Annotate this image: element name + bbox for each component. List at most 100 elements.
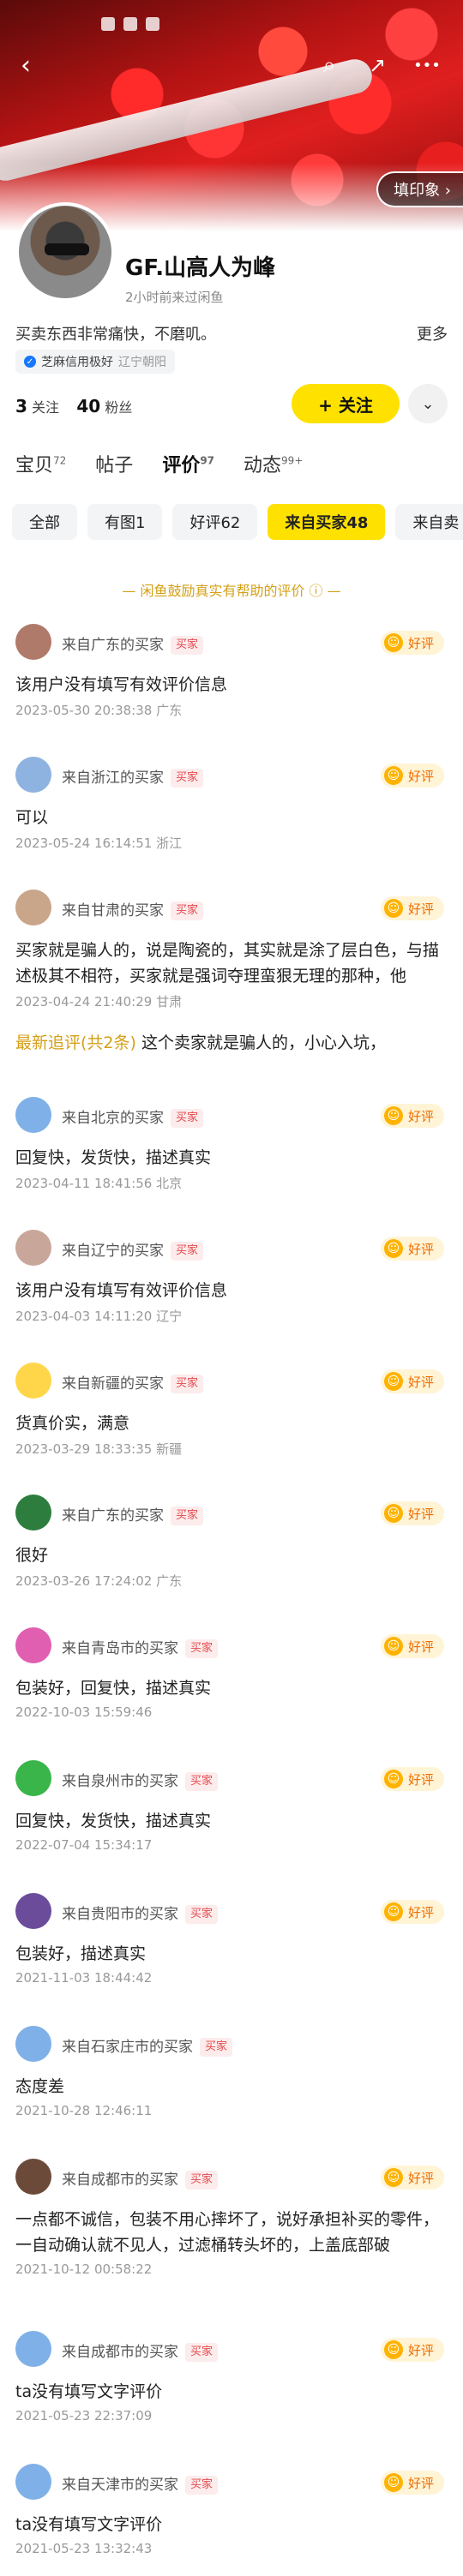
review-text: 货真价实，满意: [15, 1414, 130, 1433]
reviewer-origin-text: 来自新疆的买家: [62, 1375, 164, 1393]
smile-icon: ☺: [383, 766, 403, 785]
follow-count[interactable]: 3: [15, 396, 27, 416]
review-text: 很好: [15, 1546, 49, 1565]
review-item[interactable]: 来自石家庄市的买家买家☺好评态度差2021-10-28 12:46:11: [0, 2026, 463, 2154]
filter-from-buyer[interactable]: 来自买家48: [268, 504, 386, 540]
review-text: ta没有填写文字评价: [15, 2515, 163, 2534]
tab-count: 99+: [281, 454, 304, 467]
good-label: 好评: [407, 2170, 434, 2186]
reviewer-avatar[interactable]: [15, 1097, 51, 1133]
filter-positive[interactable]: 好评62: [172, 504, 258, 540]
more-icon[interactable]: •••: [410, 48, 444, 82]
review-meta: 2021-11-03 18:44:42: [15, 1970, 153, 1986]
good-review-badge: ☺ 好评: [380, 631, 444, 655]
review-meta: 2021-10-12 00:58:22: [15, 2261, 153, 2277]
reviewer-avatar[interactable]: [15, 2159, 51, 2195]
tab-posts[interactable]: 帖子: [95, 450, 133, 477]
review-item[interactable]: 来自成都市的买家 买家 ☺ 好评 一点都不诚信，包装不用心摔坏了，说好承担补买的零件，一…: [0, 2159, 463, 2287]
share-icon[interactable]: ↗: [360, 48, 394, 82]
reviewer-origin: 来自广东的买家 买家: [62, 1503, 204, 1525]
review-notice: — 闲鱼鼓励真实有帮助的评价 ⓘ —: [122, 583, 341, 599]
review-item[interactable]: 来自青岛市的买家 买家 ☺ 好评 包装好，回复快，描述真实 2022-10-03 15:5…: [0, 1627, 463, 1756]
buyer-tag: 买家: [171, 1109, 204, 1128]
last-seen-text: 2小时前来过闲鱼: [125, 290, 224, 305]
good-review-badge: ☺ 好评: [380, 1104, 444, 1128]
review-item[interactable]: 来自泉州市的买家 买家 ☺ 好评 回复快，发货快，描述真实 2022-07-04 15:3…: [0, 1760, 463, 1889]
filter-from-seller[interactable]: 来自卖: [395, 504, 463, 540]
reviewer-origin-text: 来自甘肃的买家: [62, 902, 164, 920]
buyer-tag: 买家: [171, 1507, 204, 1525]
impression-button[interactable]: 填印象 ›: [376, 171, 463, 207]
reviewer-avatar[interactable]: [15, 2026, 51, 2062]
reviewer-avatar[interactable]: [15, 1893, 51, 1929]
smile-icon: ☺: [383, 899, 403, 918]
good-label: 好评: [407, 1108, 434, 1124]
review-item[interactable]: 来自广东的买家 买家 ☺ 好评 该用户没有填写有效评价信息 2023-05-30 20:3…: [0, 624, 463, 752]
reviewer-avatar[interactable]: [15, 1627, 51, 1663]
nickname: GF.山高人为峰: [125, 255, 276, 281]
chevron-down-icon[interactable]: ⌄: [408, 384, 448, 423]
buyer-tag: 买家: [200, 2038, 233, 2057]
reviewer-origin-text: 来自北京的买家: [62, 1110, 164, 1127]
smile-icon: ☺: [383, 633, 403, 652]
review-item[interactable]: 来自甘肃的买家 买家 ☺ 好评 买家就是骗人的，说是陶瓷的，其实就是涂了层白色，与描述极…: [0, 890, 463, 1052]
follow-button[interactable]: + 关注: [292, 384, 400, 423]
review-item[interactable]: 来自广东的买家 买家 ☺ 好评 很好 2023-03-26 17:24:02 广东: [0, 1495, 463, 1623]
review-text: 一点都不诚信，包装不用心摔坏了，说好承担补买的零件，一自动确认就不见人，过滤桶转…: [15, 2210, 440, 2255]
avatar[interactable]: [15, 202, 115, 302]
bio-more-link[interactable]: 更多: [417, 322, 448, 344]
follow-label: 关注: [32, 399, 60, 416]
buyer-tag: 买家: [171, 769, 204, 788]
review-followup[interactable]: 最新追评(共2条) 这个卖家就是骗人的，小心入坑，: [15, 1030, 449, 1053]
good-review-badge: ☺ 好评: [380, 764, 444, 788]
back-icon[interactable]: ‹: [9, 48, 43, 82]
reviewer-avatar[interactable]: [15, 624, 51, 660]
reviewer-avatar[interactable]: [15, 1363, 51, 1399]
review-text: 可以: [15, 808, 49, 827]
review-text: 该用户没有填写有效评价信息: [15, 1281, 228, 1300]
reviewer-origin: 来自泉州市的买家 买家: [62, 1769, 219, 1791]
review-item[interactable]: 来自浙江的买家 买家 ☺ 好评 可以 2023-05-24 16:14:51 浙江: [0, 757, 463, 885]
reviewer-avatar[interactable]: [15, 2331, 51, 2367]
filter-with-image[interactable]: 有图1: [87, 504, 163, 540]
review-filters: 全部 有图1 好评62 来自买家48 来自卖: [12, 504, 463, 540]
filter-all[interactable]: 全部: [12, 504, 77, 540]
tab-activity[interactable]: 动态99+: [244, 450, 303, 477]
good-review-badge: ☺ 好评: [380, 1767, 444, 1791]
reviewer-avatar[interactable]: [15, 1760, 51, 1796]
fans-count[interactable]: 40: [76, 396, 100, 416]
reviewer-avatar[interactable]: [15, 1495, 51, 1531]
reviewer-avatar[interactable]: [15, 2464, 51, 2500]
review-meta: 2023-03-26 17:24:02 广东: [15, 1573, 183, 1589]
reviewer-origin-text: 来自广东的买家: [62, 637, 164, 654]
smile-icon: ☺: [383, 1372, 403, 1391]
review-item[interactable]: 来自天津市的买家 买家 ☺ 好评 ta没有填写文字评价 2021-05-23 13:32:…: [0, 2464, 463, 2576]
reviewer-origin-text: 来自天津市的买家: [62, 2477, 178, 2494]
reviewer-origin-text: 来自浙江的买家: [62, 770, 164, 787]
reviewer-origin: 来自青岛市的买家 买家: [62, 1636, 219, 1658]
review-item[interactable]: 来自北京的买家 买家 ☺ 好评 回复快，发货快，描述真实 2023-04-11 18:41…: [0, 1097, 463, 1225]
reviewer-avatar[interactable]: [15, 890, 51, 926]
good-label: 好评: [407, 1771, 434, 1788]
sunglasses-graphic: [45, 243, 89, 255]
reviewer-origin-text: 来自辽宁的买家: [62, 1243, 164, 1260]
smile-icon: ☺: [383, 1106, 403, 1125]
reviewer-avatar[interactable]: [15, 1230, 51, 1266]
search-icon[interactable]: ⌕: [312, 48, 346, 82]
bio-text: 买卖东西非常痛快，不磨叽。: [15, 326, 216, 344]
review-meta: 2023-04-03 14:11:20 辽宁: [15, 1309, 183, 1324]
reviewer-avatar[interactable]: [15, 757, 51, 793]
good-label: 好评: [407, 2475, 434, 2491]
shop-profile-page: { "header": { "back_icon": "‹", "search_…: [0, 0, 463, 2576]
review-item[interactable]: 来自新疆的买家 买家 ☺ 好评 货真价实，满意 2023-03-29 18:33:35 新…: [0, 1363, 463, 1491]
tab-reviews[interactable]: 评价97: [162, 450, 214, 479]
credit-label: 芝麻信用极好: [41, 356, 113, 369]
review-item[interactable]: 来自贵阳市的买家 买家 ☺ 好评 包装好，描述真实 2021-11-03 18:44:42: [0, 1893, 463, 2022]
smile-icon: ☺: [383, 2168, 403, 2187]
review-item[interactable]: 来自辽宁的买家 买家 ☺ 好评 该用户没有填写有效评价信息 2023-04-03 14:1…: [0, 1230, 463, 1358]
buyer-tag: 买家: [185, 2343, 219, 2362]
review-item[interactable]: 来自成都市的买家 买家 ☺ 好评 ta没有填写文字评价 2021-05-23 22:37:…: [0, 2331, 463, 2459]
buyer-tag: 买家: [185, 2476, 219, 2495]
credit-badge[interactable]: ✓ 芝麻信用极好 辽宁朝阳: [15, 350, 175, 374]
tab-items[interactable]: 宝贝72: [15, 450, 66, 477]
